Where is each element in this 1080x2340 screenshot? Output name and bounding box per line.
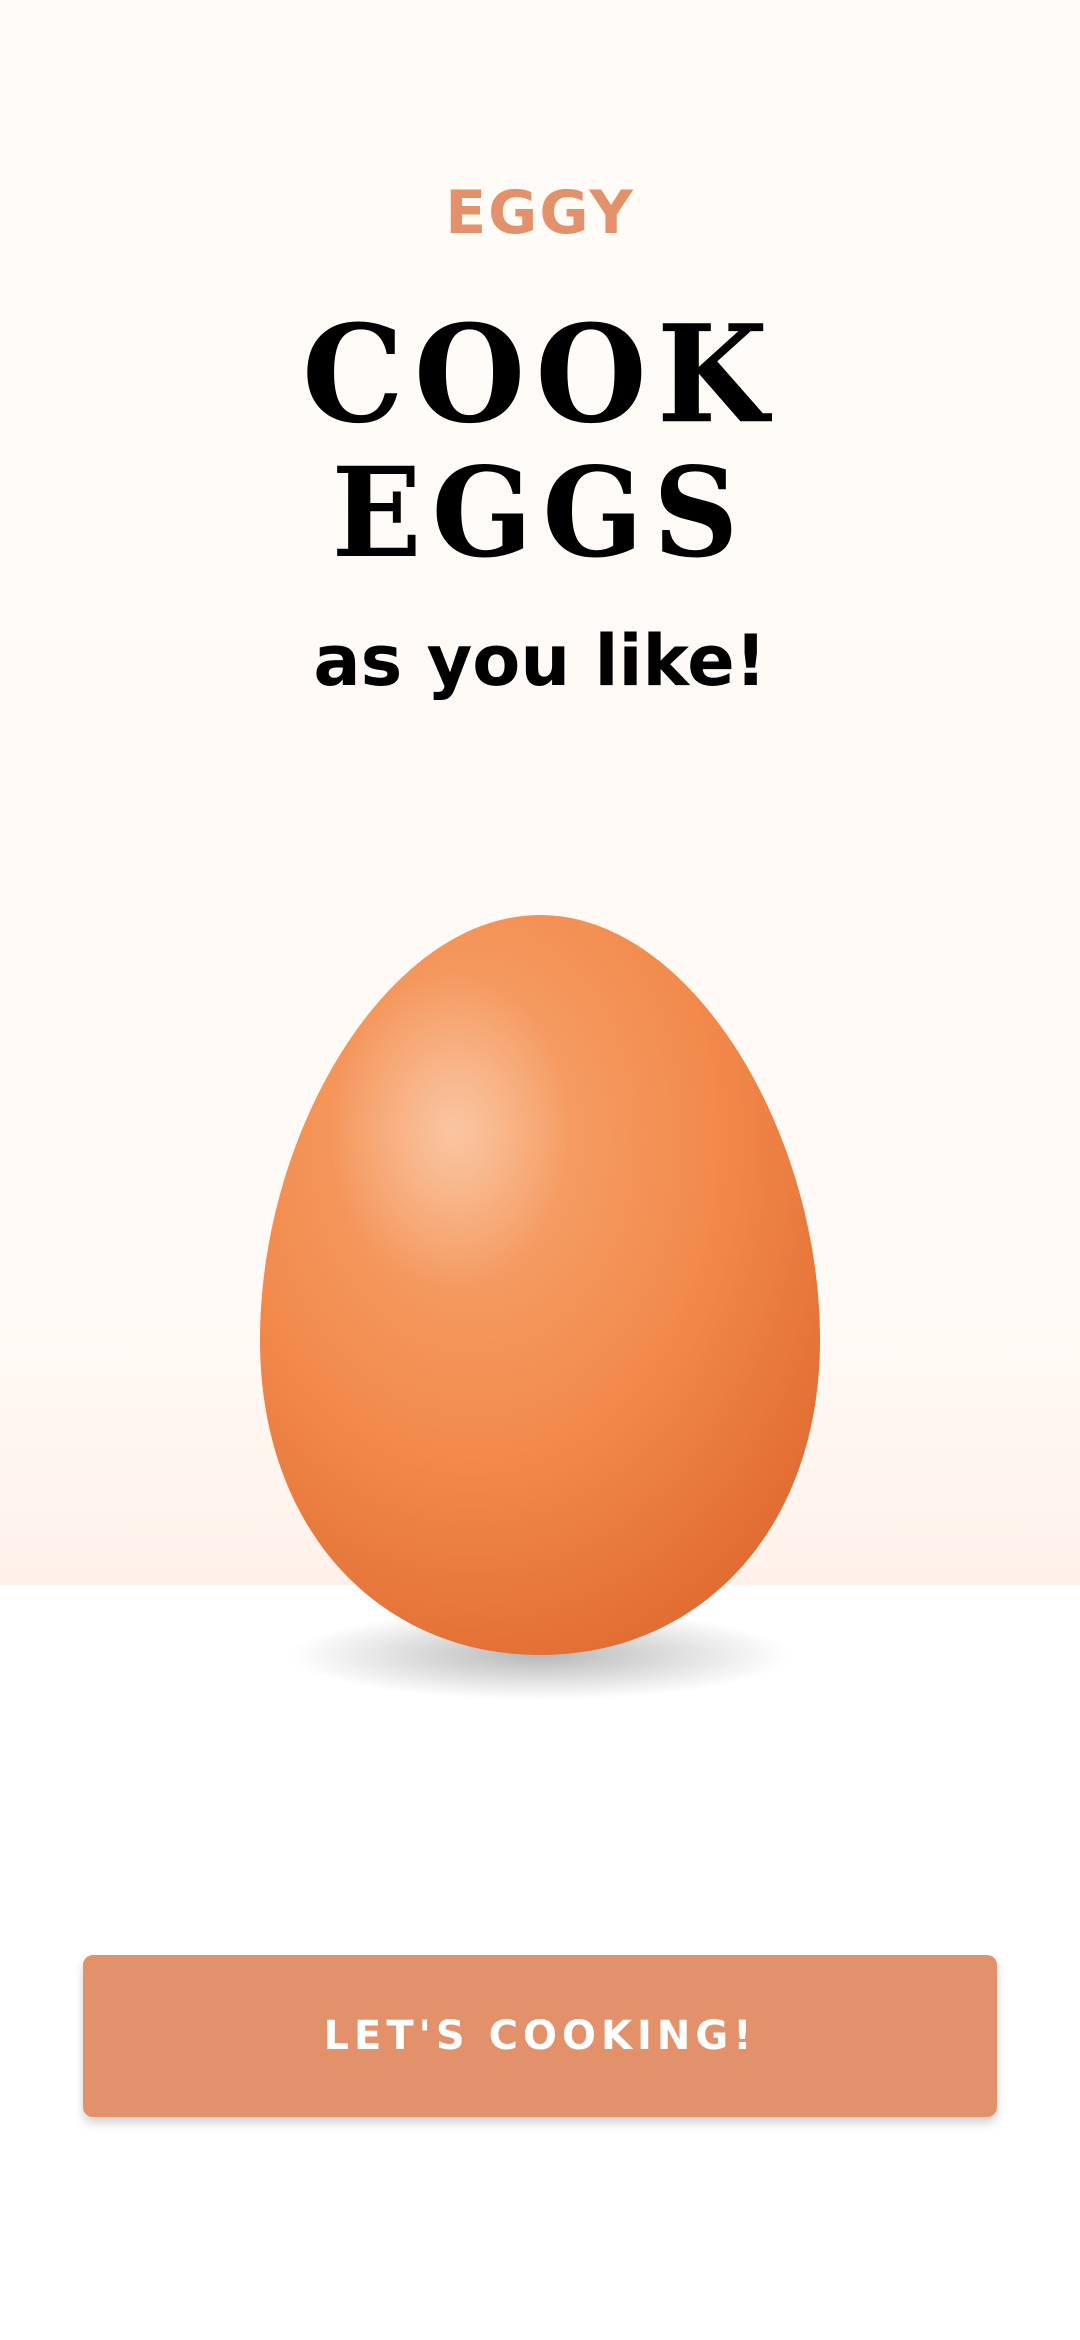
lets-cooking-button[interactable]: LET'S COOKING!: [83, 1955, 997, 2117]
brand-title: EGGY: [445, 178, 635, 248]
egg-highlight: [330, 970, 570, 1290]
egg-illustration: [250, 910, 830, 1710]
headline-line-2: Eggs: [331, 439, 749, 586]
welcome-screen: EGGY Cook Eggs as you like!: [0, 0, 1080, 2340]
tagline: as you like!: [313, 620, 767, 702]
headline-line-1: Cook: [301, 296, 779, 454]
egg-icon: [260, 915, 820, 1700]
